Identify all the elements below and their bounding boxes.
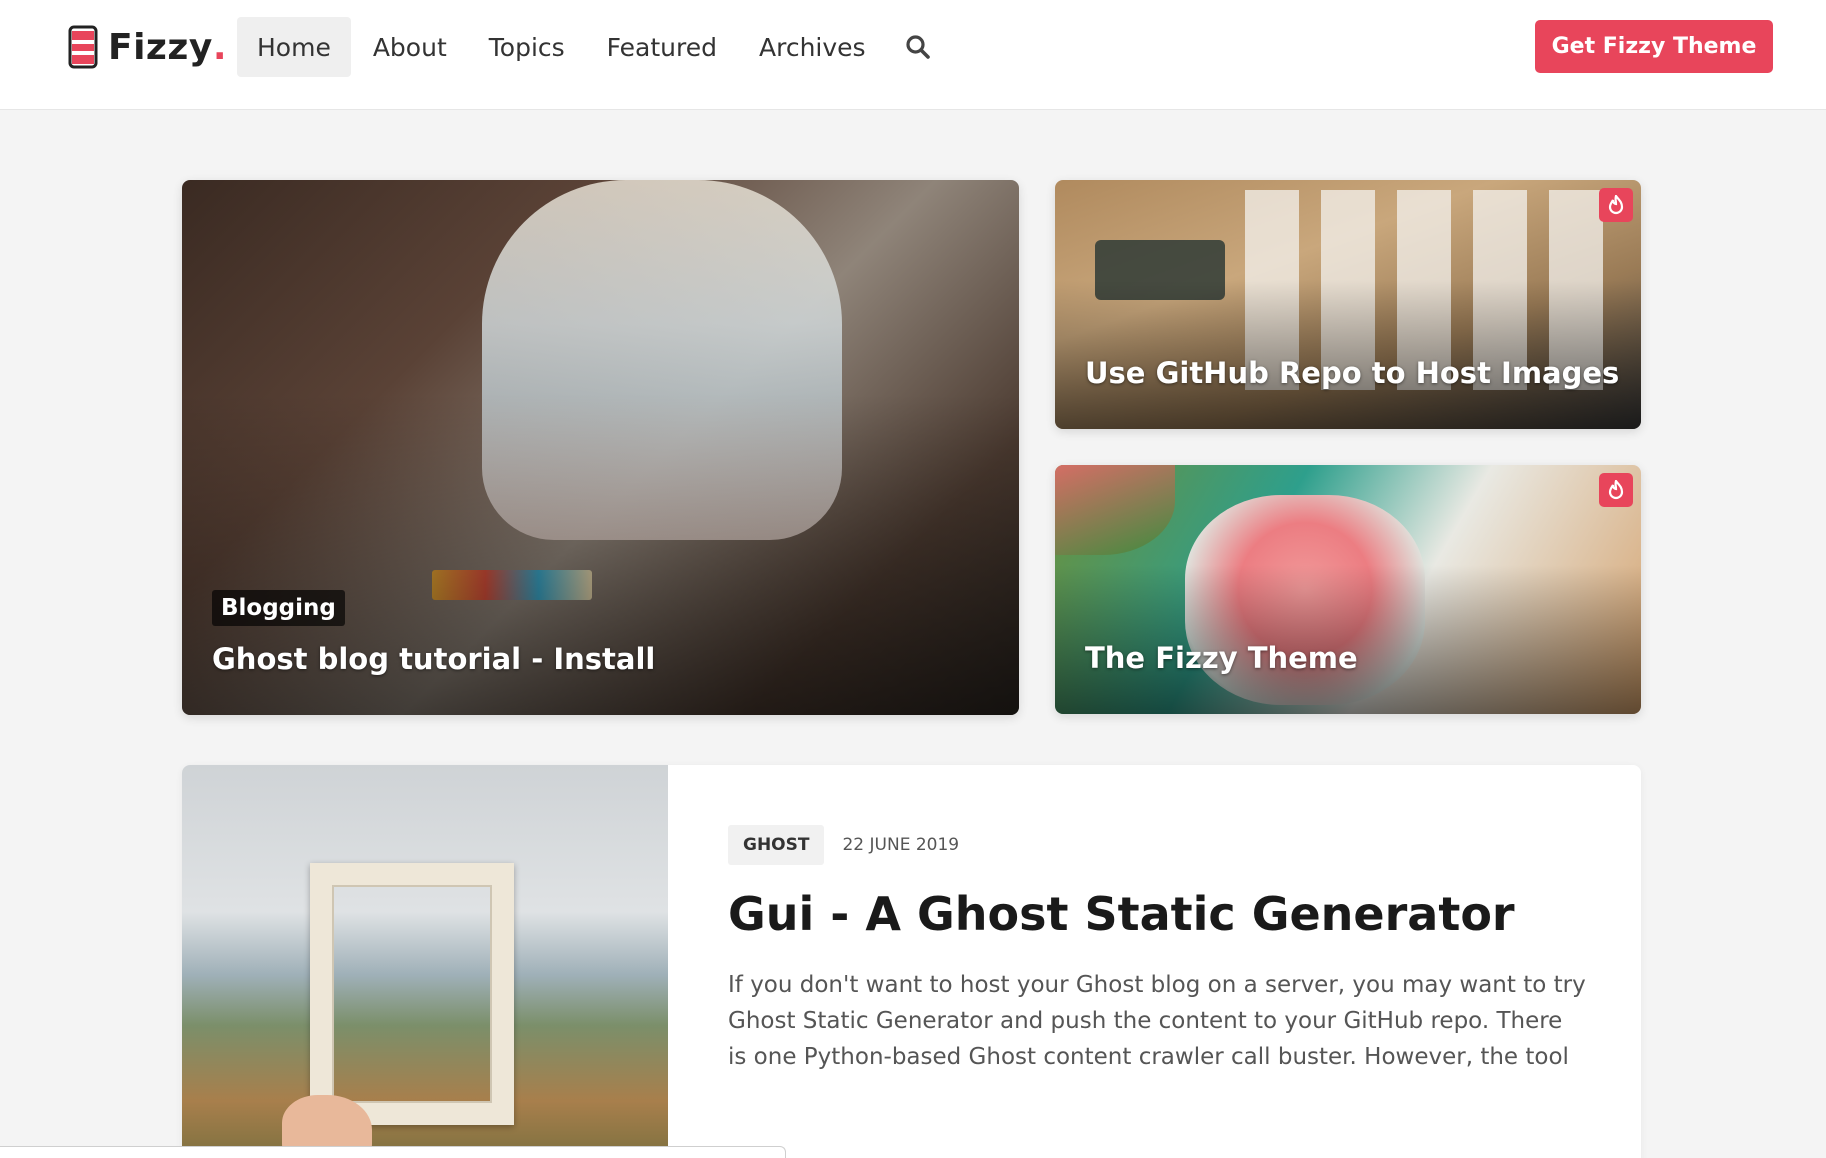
card-title[interactable]: The Fizzy Theme [1085,641,1358,675]
card-title[interactable]: Use GitHub Repo to Host Images [1085,356,1619,390]
soda-can-icon [68,25,98,69]
bottom-overlay-bar [0,1146,786,1158]
search-button[interactable] [888,17,948,77]
post-body: GHOST 22 JUNE 2019 Gui - A Ghost Static … [728,825,1588,1075]
featured-card-fizzy[interactable]: The Fizzy Theme [1055,465,1641,714]
nav-about[interactable]: About [353,17,467,77]
nav-archives[interactable]: Archives [739,17,886,77]
logo[interactable]: Fizzy. [68,24,227,70]
main-nav: Home About Topics Featured Archives [237,17,948,77]
post-excerpt: If you don't want to host your Ghost blo… [728,972,1586,1070]
hot-badge [1599,473,1633,507]
card-overlay [1055,279,1641,429]
featured-card-main[interactable]: Blogging Ghost blog tutorial - Install [182,180,1019,715]
brand-name: Fizzy [108,26,213,68]
category-tag[interactable]: Blogging [212,590,345,626]
post-image[interactable] [182,765,668,1158]
photo-watermelon [1055,465,1175,555]
card-title[interactable]: Ghost blog tutorial - Install [212,642,655,676]
search-icon [905,35,930,59]
nav-topics[interactable]: Topics [469,17,585,77]
fire-icon [1608,195,1624,215]
get-theme-button[interactable]: Get Fizzy Theme [1535,20,1773,73]
post-card: GHOST 22 JUNE 2019 Gui - A Ghost Static … [182,765,1641,1158]
site-header: Fizzy. Home About Topics Featured Archiv… [0,0,1826,110]
brand-dot: . [212,26,227,68]
nav-home[interactable]: Home [237,17,351,77]
hot-badge [1599,188,1633,222]
fire-icon [1608,480,1624,500]
post-meta: GHOST 22 JUNE 2019 [728,825,1588,865]
post-title[interactable]: Gui - A Ghost Static Generator [728,887,1588,941]
post-category[interactable]: GHOST [728,825,825,865]
photo-frame [310,863,514,1125]
featured-card-github[interactable]: Use GitHub Repo to Host Images [1055,180,1641,429]
nav-featured[interactable]: Featured [587,17,737,77]
post-date: 22 JUNE 2019 [842,835,960,855]
card-overlay [1055,564,1641,714]
